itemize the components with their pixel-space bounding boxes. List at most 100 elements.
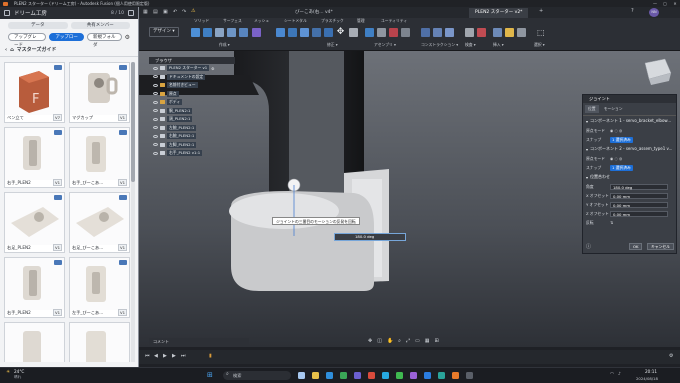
new-tab-icon[interactable]: + [539,8,543,14]
mail-icon[interactable] [382,372,389,379]
tab-data[interactable]: データ [8,22,68,29]
browser-item[interactable]: ドキュメントの設定 [149,73,235,82]
tab-document-active[interactable]: PLEN2 スターター v2* [469,8,529,18]
component-1-section[interactable]: ▾ コンポーネント 1 - servo_bracket_elbow... [583,116,676,126]
version-badge[interactable]: V7 [52,114,62,121]
visibility-icon[interactable] [153,92,158,96]
weather-icon[interactable]: ☀ [6,370,10,375]
file-card[interactable] [4,322,65,362]
file-card[interactable]: 右手_PLEN2 V1 [4,257,65,318]
loft-icon[interactable] [239,28,248,37]
offset-plane-icon[interactable] [421,28,430,37]
minimize-button[interactable]: — [650,0,660,7]
cancel-button[interactable]: キャンセル [647,243,674,250]
browser-item[interactable]: 頭_PLEN2:1 [149,115,235,124]
close-panel-icon[interactable] [128,10,134,16]
app-icon[interactable] [410,372,417,379]
measure-icon[interactable] [465,28,474,37]
new-component-icon[interactable] [365,28,374,37]
component-2-section[interactable]: ▾ コンポーネント 2 - servo_assem_type1 v... [583,144,676,154]
tab-document[interactable]: びーこあ(右... v4* [289,8,339,18]
task-view-icon[interactable] [298,372,305,379]
browser-root[interactable]: PLEN2 スターター v1 ⚙ [149,64,235,73]
tab-mesh[interactable]: メッシュ [254,18,269,24]
form-icon[interactable] [252,28,261,37]
z-offset-field[interactable]: 0.00 mm [610,210,668,217]
file-card[interactable]: 左手_びーこあ... V1 [69,257,130,318]
display-settings-icon[interactable]: ▭ [415,338,420,346]
origin-mode-icons[interactable]: ◉ ◌ ◎ [610,156,622,161]
visibility-icon[interactable] [153,75,158,79]
angle-field[interactable]: 180.0 deg [610,183,668,190]
insert-icon[interactable] [493,28,502,37]
clock-time[interactable]: 20:11 [645,369,657,374]
visibility-icon[interactable] [153,100,158,104]
new-folder-button[interactable]: 新規フォルダ [86,33,122,48]
insert-menu[interactable]: 挿入 ▾ [493,42,504,48]
tab-utility[interactable]: ユーティリティ [381,18,407,24]
gear-icon[interactable]: ⚙ [125,34,130,41]
timeline-start-button[interactable]: ⏮ [145,353,150,359]
file-card[interactable]: 右足_びーこあ... V1 [69,192,130,253]
team-name[interactable]: ドリーム工房 [14,9,107,17]
combine-icon[interactable] [324,28,333,37]
file-card[interactable] [69,322,130,362]
timeline-end-button[interactable]: ⏭ [181,353,186,359]
browser-item[interactable]: 原点 [149,90,235,99]
browser-item[interactable]: 右手_PLEN2 v1:1 [149,149,235,158]
wifi-icon[interactable]: ◠ [610,372,614,377]
snap-selection[interactable]: 1 選択済み [610,164,633,171]
align-icon[interactable] [349,28,358,37]
fit-icon[interactable]: ⤢ [406,338,410,346]
clock-date[interactable]: 2024/08/18 [636,376,658,381]
grid-menu-icon[interactable]: ▦ [143,9,148,15]
browser-item[interactable]: 左脚_PLEN2:1 [149,141,235,150]
file-explorer-icon[interactable] [312,372,319,379]
decal-icon[interactable] [505,28,514,37]
line-icon[interactable] [396,372,403,379]
select-icon[interactable]: ⬚ [537,28,546,37]
file-card[interactable]: 右手_PLEN2 V1 [4,127,65,188]
origin-mode-icons[interactable]: ◉ ◌ ◎ [610,128,622,133]
look-at-icon[interactable]: ◫ [377,338,382,346]
pan-icon[interactable]: ✋ [387,338,393,346]
orbit-icon[interactable]: ✥ [368,338,372,346]
assemble-menu[interactable]: アセンブリ ▾ [374,42,396,48]
app-icon[interactable] [438,372,445,379]
file-card[interactable]: 右足_PLEN2 V1 [4,192,65,253]
taskbar-search[interactable]: 検索 [223,371,291,380]
app-icon[interactable] [424,372,431,379]
edge-icon[interactable] [326,372,333,379]
create-sketch-icon[interactable] [191,28,200,37]
timeline-next-button[interactable]: ▶ [172,353,176,359]
tab-sheet-metal[interactable]: シートメタル [284,18,307,24]
canvas-icon[interactable] [517,28,526,37]
axis-icon[interactable] [445,28,454,37]
viewports-icon[interactable]: ⊞ [434,338,438,346]
visibility-icon[interactable] [153,83,158,87]
browser-item[interactable]: 名前付きビュー [149,81,235,90]
interference-icon[interactable] [477,28,486,37]
flip-icon[interactable]: ⇅ [610,220,613,225]
timeline-play-button[interactable]: ▶ [163,353,167,359]
version-badge[interactable]: V1 [117,179,127,186]
undo-icon[interactable]: ↶ [173,9,177,15]
timeline-settings-icon[interactable]: ⚙ [669,353,673,359]
visibility-icon[interactable] [153,66,158,70]
maximize-button[interactable]: ▢ [660,0,670,7]
tab-plastic[interactable]: プラスチック [321,18,344,24]
tab-solid[interactable]: ソリッド [194,18,209,24]
chamfer-icon[interactable] [300,28,309,37]
revolve-icon[interactable] [215,28,224,37]
close-button[interactable]: ✕ [670,0,680,7]
warning-icon[interactable]: ⚠ [191,8,195,14]
shell-icon[interactable] [312,28,321,37]
browser-item[interactable]: 右腕_PLEN2:1 [149,132,235,141]
browser-item[interactable]: ボディ [149,98,235,107]
tab-position[interactable]: 位置 [585,105,599,113]
extrude-icon[interactable] [203,28,212,37]
home-icon[interactable]: ⌂ [10,47,14,53]
version-badge[interactable]: V1 [117,114,127,121]
modify-menu[interactable]: 修正 ▾ [327,42,338,48]
scrollbar-thumb[interactable] [131,62,135,182]
